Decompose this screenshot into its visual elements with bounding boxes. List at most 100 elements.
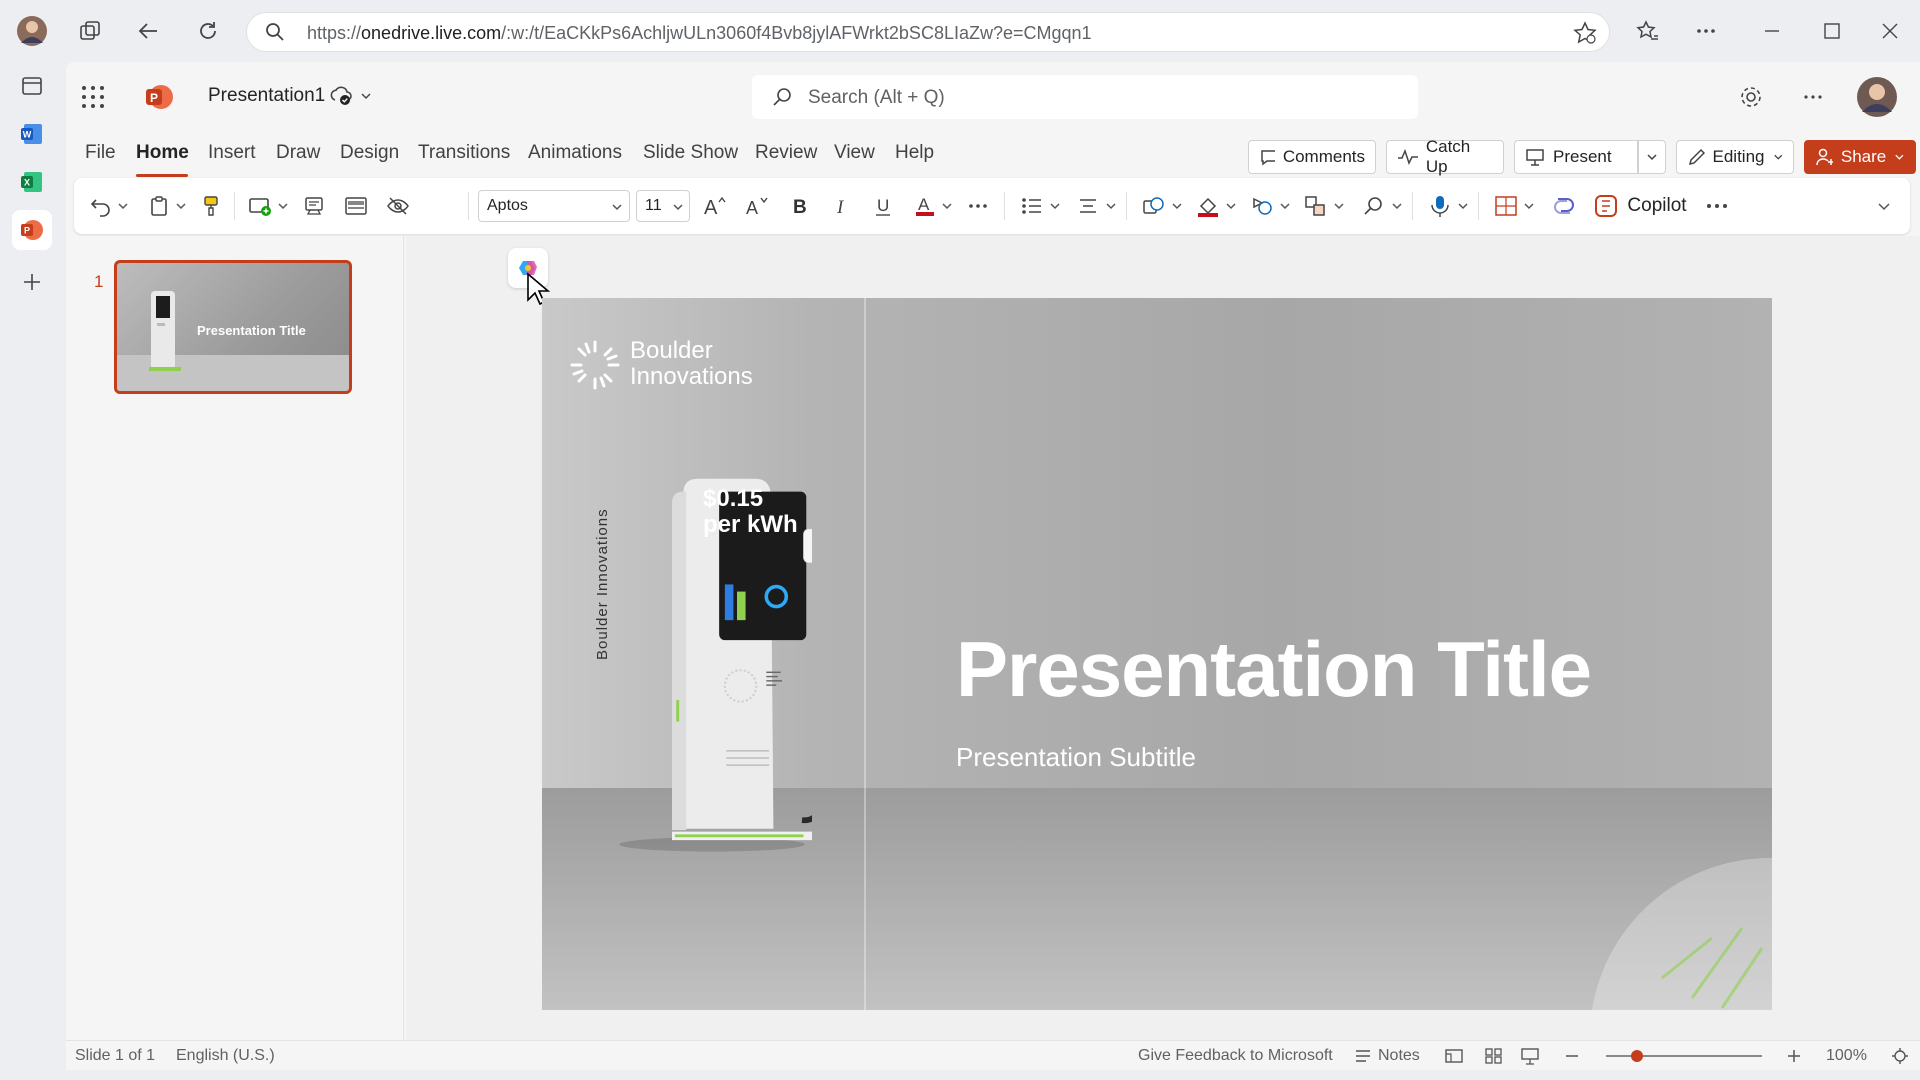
hide-slide-icon[interactable] xyxy=(384,190,412,222)
loop-component-icon[interactable] xyxy=(1550,190,1578,222)
slide-thumbnail[interactable]: Presentation Title xyxy=(114,260,352,394)
zoom-level[interactable]: 100% xyxy=(1826,1047,1867,1065)
slide-sorter-icon[interactable] xyxy=(1484,1047,1504,1065)
italic-icon[interactable]: I xyxy=(828,190,854,222)
shapes-chevron-icon[interactable] xyxy=(1170,190,1184,222)
fit-to-window-icon[interactable] xyxy=(1890,1047,1910,1065)
editing-mode-button[interactable]: Editing xyxy=(1676,140,1794,174)
designer-chevron-icon[interactable] xyxy=(1522,190,1536,222)
shape-fill-chevron-icon[interactable] xyxy=(1224,190,1238,222)
tab-slide-show[interactable]: Slide Show xyxy=(643,142,738,164)
zoom-in-icon[interactable] xyxy=(1786,1047,1802,1065)
dictate-microphone-icon[interactable] xyxy=(1426,190,1454,222)
maximize-icon[interactable] xyxy=(1812,11,1852,51)
new-slide-icon[interactable] xyxy=(246,190,274,222)
ribbon-collapse-chevron-icon[interactable] xyxy=(1874,190,1894,222)
tab-view[interactable]: View xyxy=(834,142,875,164)
align-icon[interactable] xyxy=(1074,190,1102,222)
close-icon[interactable] xyxy=(1870,11,1910,51)
more-options-icon[interactable] xyxy=(1802,86,1824,108)
copilot-button[interactable]: Copilot xyxy=(1588,190,1692,222)
tab-help[interactable]: Help xyxy=(895,142,934,164)
favorites-icon[interactable] xyxy=(1628,11,1668,51)
zoom-slider[interactable] xyxy=(1606,1041,1762,1071)
back-icon[interactable] xyxy=(128,11,168,51)
account-avatar[interactable] xyxy=(1856,76,1898,118)
paste-options-chevron-icon[interactable] xyxy=(174,190,188,222)
tab-design[interactable]: Design xyxy=(340,142,399,164)
slide-subtitle[interactable]: Presentation Subtitle xyxy=(956,742,1196,773)
slide-divider-line xyxy=(864,298,866,1010)
font-color-icon[interactable]: A xyxy=(912,190,938,222)
tab-transitions[interactable]: Transitions xyxy=(418,142,510,164)
normal-view-icon[interactable] xyxy=(1444,1047,1464,1065)
share-button[interactable]: Share xyxy=(1804,140,1916,174)
shape-fill-icon[interactable] xyxy=(1194,190,1222,222)
bullets-chevron-icon[interactable] xyxy=(1048,190,1062,222)
format-painter-icon[interactable] xyxy=(198,190,224,222)
tab-draw[interactable]: Draw xyxy=(276,142,320,164)
autosave-status-icon[interactable] xyxy=(330,85,354,107)
document-title[interactable]: Presentation1 xyxy=(208,85,325,107)
more-options-icon[interactable] xyxy=(1686,11,1726,51)
font-name-dropdown[interactable]: Aptos xyxy=(478,190,630,222)
find-icon[interactable] xyxy=(1360,190,1388,222)
arrange-chevron-icon[interactable] xyxy=(1332,190,1346,222)
undo-icon[interactable] xyxy=(88,190,114,222)
arrange-icon[interactable] xyxy=(1302,190,1330,222)
favorite-add-icon[interactable] xyxy=(1573,21,1597,45)
add-app-icon[interactable] xyxy=(12,262,52,302)
underline-icon[interactable]: U xyxy=(870,190,896,222)
font-size-dropdown[interactable]: 11 xyxy=(636,190,690,222)
present-button[interactable]: Present xyxy=(1514,140,1638,174)
app-launcher-icon[interactable] xyxy=(80,84,106,110)
give-feedback-link[interactable]: Give Feedback to Microsoft xyxy=(1138,1047,1333,1065)
more-font-options-icon[interactable] xyxy=(964,190,992,222)
profile-avatar[interactable] xyxy=(12,11,52,51)
powerpoint-app-icon[interactable]: P xyxy=(12,210,52,250)
search-box[interactable]: Search (Alt + Q) xyxy=(752,75,1418,119)
present-options-button[interactable] xyxy=(1638,140,1666,174)
comments-button[interactable]: Comments xyxy=(1248,140,1376,174)
address-bar[interactable]: https://onedrive.live.com/:w:/t/EaCKkPs6… xyxy=(246,12,1610,52)
tab-home[interactable]: Home xyxy=(136,142,189,164)
paste-icon[interactable] xyxy=(146,190,172,222)
shape-styles-chevron-icon[interactable] xyxy=(1278,190,1292,222)
more-commands-icon[interactable] xyxy=(1702,190,1732,222)
shapes-icon[interactable] xyxy=(1140,190,1168,222)
slide[interactable]: Boulder Innovations $0.15 per kWh Boulde… xyxy=(542,298,1772,1010)
language-indicator[interactable]: English (U.S.) xyxy=(176,1047,275,1065)
workspaces-icon[interactable] xyxy=(70,11,110,51)
tab-file[interactable]: File xyxy=(85,142,116,164)
tab-review[interactable]: Review xyxy=(755,142,817,164)
catch-up-button[interactable]: Catch Up xyxy=(1386,137,1504,176)
zoom-out-icon[interactable] xyxy=(1564,1047,1580,1065)
tab-insert[interactable]: Insert xyxy=(208,142,256,164)
refresh-icon[interactable] xyxy=(188,11,228,51)
find-chevron-icon[interactable] xyxy=(1390,190,1404,222)
notes-button[interactable]: Notes xyxy=(1354,1047,1420,1065)
shape-styles-icon[interactable] xyxy=(1248,190,1276,222)
font-color-chevron-icon[interactable] xyxy=(940,190,954,222)
layout-icon[interactable] xyxy=(342,190,370,222)
tab-animations[interactable]: Animations xyxy=(528,142,622,164)
undo-options-chevron-icon[interactable] xyxy=(116,190,130,222)
chevron-down-icon[interactable] xyxy=(360,90,372,102)
decrease-font-size-icon[interactable]: A xyxy=(742,190,772,222)
settings-gear-icon[interactable] xyxy=(1738,84,1764,110)
increase-font-size-icon[interactable]: A xyxy=(700,190,730,222)
slide-title[interactable]: Presentation Title xyxy=(956,624,1592,715)
dictate-chevron-icon[interactable] xyxy=(1456,190,1470,222)
align-chevron-icon[interactable] xyxy=(1104,190,1118,222)
minimize-icon[interactable] xyxy=(1752,11,1792,51)
new-slide-chevron-icon[interactable] xyxy=(276,190,290,222)
zoom-slider-thumb[interactable] xyxy=(1631,1050,1643,1062)
bullets-icon[interactable] xyxy=(1018,190,1046,222)
reuse-slides-icon[interactable] xyxy=(300,190,328,222)
word-app-icon[interactable]: W xyxy=(12,114,52,154)
reading-view-icon[interactable] xyxy=(1520,1047,1540,1065)
sidebar-toggle-icon[interactable] xyxy=(12,66,52,106)
bold-icon[interactable]: B xyxy=(786,190,812,222)
designer-icon[interactable] xyxy=(1492,190,1520,222)
excel-app-icon[interactable]: X xyxy=(12,162,52,202)
